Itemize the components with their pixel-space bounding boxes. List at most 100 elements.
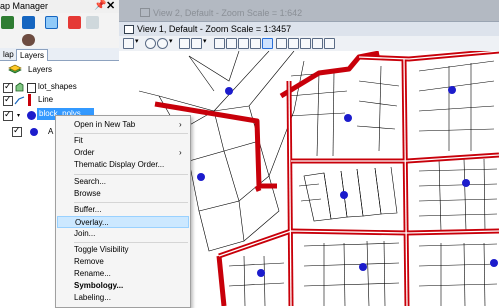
submenu-arrow-icon: ›: [179, 120, 182, 129]
menu-join[interactable]: Join...: [57, 228, 189, 240]
menu-fit[interactable]: Fit: [57, 135, 189, 147]
polygon-icon: [15, 82, 24, 92]
point-feature: [448, 86, 456, 94]
menu-buffer[interactable]: Buffer...: [57, 204, 189, 216]
layers-icon: [8, 64, 22, 74]
menu-symbology[interactable]: Symbology...: [57, 280, 189, 292]
point-feature: [340, 191, 348, 199]
menu-open-in-new-tab[interactable]: Open in New Tab ›: [57, 119, 189, 131]
select-tool-icon[interactable]: [45, 16, 58, 29]
menu-label: Symbology...: [74, 281, 124, 290]
subitem-label: A: [48, 127, 54, 136]
dropdown-icon[interactable]: ▾: [135, 37, 144, 46]
remove-layer-icon[interactable]: [68, 16, 81, 29]
tool-icon[interactable]: [324, 38, 335, 49]
panel-titlebar: ap Manager 📌 ✕: [0, 0, 119, 13]
menu-overlay[interactable]: Overlay...: [57, 216, 189, 228]
menu-label: Open in New Tab: [74, 120, 136, 129]
fill-swatch: [27, 83, 36, 93]
pan-icon[interactable]: [179, 38, 190, 49]
menu-search[interactable]: Search...: [57, 176, 189, 188]
menu-label: Browse: [74, 189, 101, 198]
properties-icon[interactable]: [123, 38, 134, 49]
menu-order[interactable]: Order ›: [57, 147, 189, 159]
point-feature: [257, 269, 265, 277]
tab-map[interactable]: lap: [0, 49, 17, 60]
point-feature: [344, 114, 352, 122]
point-layer-icon: [27, 111, 36, 120]
menu-label: Order: [74, 148, 95, 157]
identify-icon[interactable]: [226, 38, 237, 49]
menu-label: Buffer...: [74, 205, 102, 214]
panel-title: ap Manager: [0, 1, 49, 11]
select-icon[interactable]: [214, 38, 225, 49]
view-toolbar: ▾ ▾ ▾: [119, 36, 499, 52]
measure-icon[interactable]: [238, 38, 249, 49]
point-feature: [462, 179, 470, 187]
subitem-checkbox[interactable]: [12, 125, 22, 137]
tool-icon[interactable]: [312, 38, 323, 49]
tree-item-line[interactable]: Line: [0, 94, 119, 109]
collapse-icon[interactable]: ▾: [17, 112, 20, 119]
zoom-in-icon[interactable]: [145, 38, 156, 49]
point-feature: [225, 87, 233, 95]
grid-icon[interactable]: [250, 38, 261, 49]
panel-tabs: lap Layers: [0, 48, 119, 61]
tree-item-label: lot_shapes: [38, 82, 77, 91]
layer-context-menu: Open in New Tab › Fit Order › Thematic D…: [55, 115, 191, 308]
menu-separator: [74, 174, 188, 175]
fit-view-icon[interactable]: [191, 38, 202, 49]
lot-shapes-checkbox[interactable]: [3, 81, 13, 93]
tool-icon[interactable]: [288, 38, 299, 49]
add-layer-icon[interactable]: [1, 16, 14, 29]
window-icon: [140, 8, 150, 17]
view2-title: View 2, Default - Zoom Scale = 1:642: [153, 8, 303, 18]
view1-title: View 1, Default - Zoom Scale = 1:3457: [137, 24, 292, 34]
submenu-arrow-icon: ›: [179, 148, 182, 157]
menu-rename[interactable]: Rename...: [57, 268, 189, 280]
zoom-out-icon[interactable]: [157, 38, 168, 49]
active-tool-icon[interactable]: [262, 38, 273, 49]
road-network: [154, 48, 499, 307]
menu-label: Thematic Display Order...: [74, 160, 165, 169]
refresh-icon[interactable]: [22, 34, 35, 46]
view2-titlebar[interactable]: View 2, Default - Zoom Scale = 1:642: [119, 0, 499, 21]
dropdown-icon[interactable]: ▾: [169, 37, 178, 46]
options-icon[interactable]: [86, 16, 99, 29]
pin-icon[interactable]: 📌: [94, 0, 106, 11]
menu-label: Search...: [74, 177, 107, 186]
point-feature: [197, 173, 205, 181]
menu-label: Join...: [74, 229, 96, 238]
menu-label: Labeling...: [74, 293, 111, 302]
dropdown-icon[interactable]: ▾: [203, 37, 212, 46]
panel-toolbar: [0, 13, 119, 33]
tab-layers[interactable]: Layers: [16, 49, 49, 61]
line-layer-icon: [14, 96, 25, 105]
tool-icon[interactable]: [300, 38, 311, 49]
menu-label: Fit: [74, 136, 83, 145]
block-polys-checkbox[interactable]: [3, 109, 13, 121]
menu-labeling[interactable]: Labeling...: [57, 292, 189, 304]
tool-icon[interactable]: [276, 38, 287, 49]
point-symbol-icon: [30, 128, 38, 136]
panel-toolbar-secondary: [0, 33, 119, 48]
menu-label: Rename...: [74, 269, 111, 278]
menu-label: Remove: [74, 257, 104, 266]
point-feature: [359, 263, 367, 271]
window-icon: [124, 25, 134, 34]
tree-item-label: Line: [38, 95, 54, 104]
tree-root-row[interactable]: Layers: [0, 63, 119, 78]
line-swatch: [28, 94, 31, 106]
tree-root-label: Layers: [28, 65, 53, 74]
view1-titlebar[interactable]: View 1, Default - Zoom Scale = 1:3457: [119, 21, 499, 37]
layer-properties-icon[interactable]: [22, 16, 35, 29]
close-icon[interactable]: ✕: [106, 0, 115, 12]
menu-label: Toggle Visibility: [74, 245, 129, 254]
menu-toggle-visibility[interactable]: Toggle Visibility: [57, 244, 189, 256]
line-checkbox[interactable]: [3, 94, 13, 106]
menu-separator: [74, 133, 188, 134]
menu-separator: [74, 242, 188, 243]
menu-remove[interactable]: Remove: [57, 256, 189, 268]
menu-thematic-display-order[interactable]: Thematic Display Order...: [57, 159, 189, 171]
menu-browse[interactable]: Browse: [57, 188, 189, 200]
